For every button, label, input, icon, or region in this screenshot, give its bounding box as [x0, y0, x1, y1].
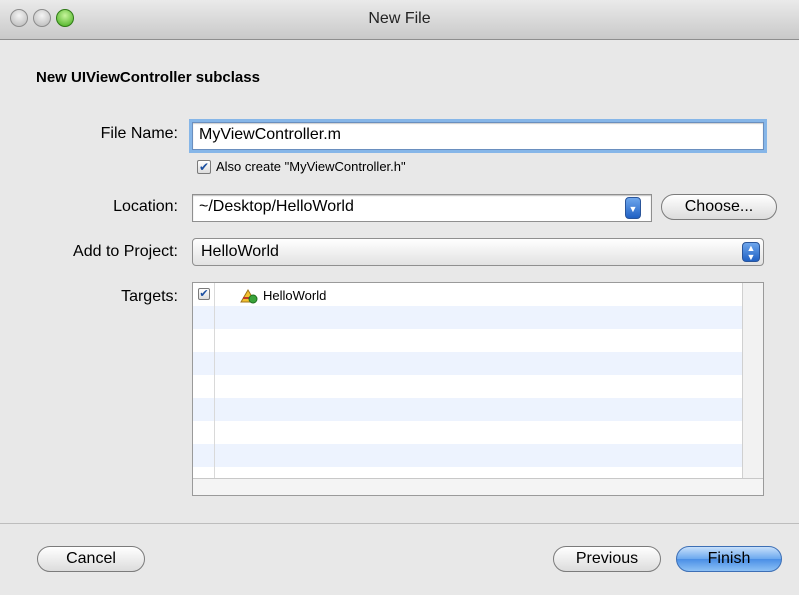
vertical-scrollbar[interactable]	[742, 283, 763, 479]
location-dropdown-arrow-icon[interactable]: ▼	[625, 197, 641, 219]
table-row	[193, 398, 743, 421]
target-checkbox[interactable]: ✔	[198, 288, 210, 300]
table-row	[193, 444, 743, 467]
location-input[interactable]: ~/Desktop/HelloWorld	[192, 194, 652, 222]
cancel-button[interactable]: Cancel	[37, 546, 145, 572]
table-row	[193, 352, 743, 375]
add-to-project-value: HelloWorld	[201, 243, 279, 260]
previous-button[interactable]: Previous	[553, 546, 661, 572]
targets-list[interactable]: ✔ HelloWorld	[192, 282, 764, 496]
finish-button[interactable]: Finish	[676, 546, 782, 572]
table-row	[193, 329, 743, 352]
table-row	[193, 306, 743, 329]
table-row	[193, 421, 743, 444]
file-name-label: File Name:	[100, 125, 178, 142]
target-name: HelloWorld	[263, 288, 327, 303]
choose-button[interactable]: Choose...	[661, 194, 777, 220]
window-title: New File	[368, 10, 431, 27]
app-target-icon	[240, 289, 258, 304]
horizontal-scrollbar[interactable]	[193, 478, 763, 495]
targets-label: Targets:	[121, 288, 178, 305]
also-create-header-checkbox[interactable]: ✔	[197, 160, 211, 174]
also-create-header-label: Also create "MyViewController.h"	[216, 159, 406, 174]
popup-stepper-icon: ▲ ▼	[742, 242, 760, 262]
add-to-project-popup[interactable]: HelloWorld ▲ ▼	[192, 238, 764, 266]
table-row	[193, 375, 743, 398]
column-divider	[214, 283, 215, 479]
title-bar: New File	[0, 0, 799, 40]
add-to-project-label: Add to Project:	[73, 243, 178, 260]
location-label: Location:	[113, 198, 178, 215]
file-name-input[interactable]: MyViewController.m	[192, 122, 764, 150]
dialog-heading: New UIViewController subclass	[36, 69, 260, 86]
footer-divider	[0, 523, 799, 524]
